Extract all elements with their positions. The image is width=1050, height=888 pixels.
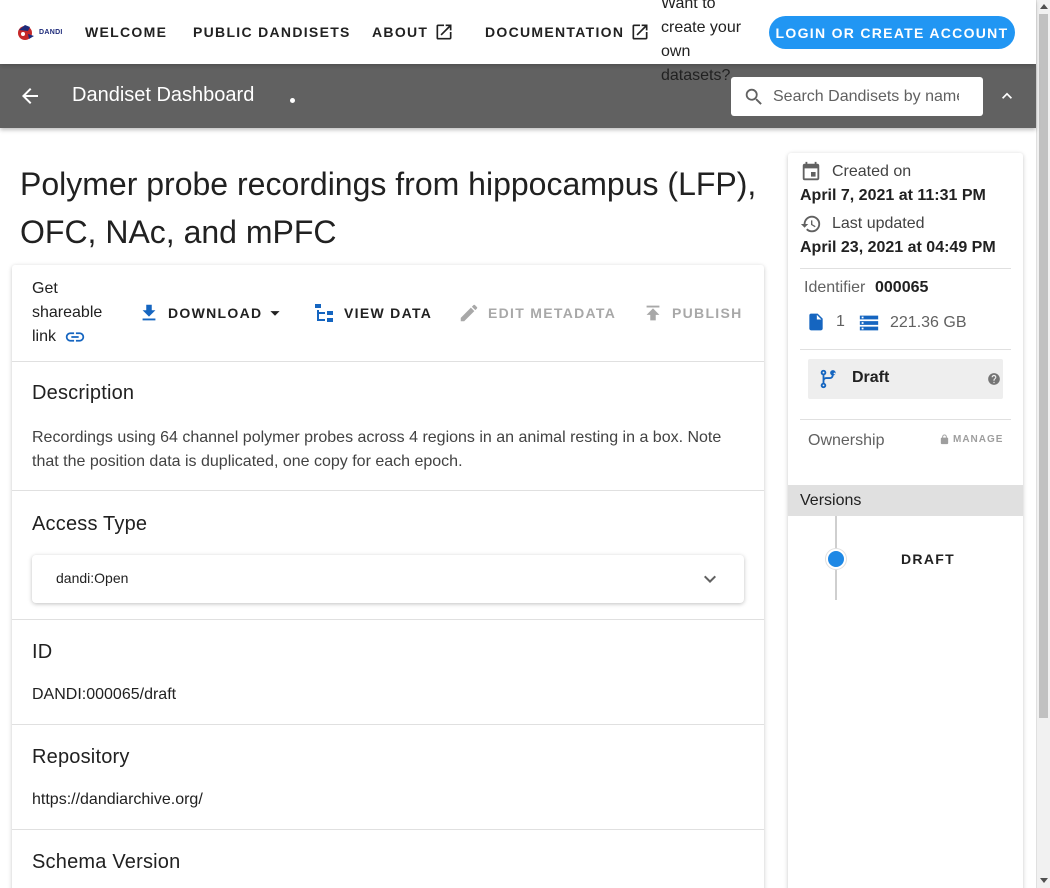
help-icon[interactable] [987,372,1001,386]
nav-public-dandisets[interactable]: PUBLIC DANDISETS [193,0,351,64]
access-type-title: Access Type [32,513,148,535]
storage-icon [859,315,879,331]
dandi-logo[interactable]: DANDI [16,22,63,42]
nav-documentation[interactable]: DOCUMENTATION [485,0,650,64]
search-icon [745,88,762,105]
search-box[interactable] [731,77,983,116]
access-type-select[interactable]: dandi:Open [32,555,744,603]
page-scrollbar[interactable] [1036,0,1050,888]
publish-label: PUBLISH [672,305,743,321]
edit-metadata-button[interactable]: EDIT METADATA [458,301,616,325]
dandiset-title: Polymer probe recordings from hippocampu… [20,166,757,250]
nav-about-label: ABOUT [372,24,429,40]
identifier-value: 000065 [875,279,929,296]
schema-version-section: Schema Version [12,830,764,888]
repository-value[interactable]: https://dandiarchive.org/ [32,788,203,812]
id-value: DANDI:000065/draft [32,686,177,703]
nav-welcome[interactable]: WELCOME [85,0,167,64]
dandiset-sidebar: Created on April 7, 2021 at 11:31 PM Las… [788,153,1023,888]
back-arrow-icon[interactable] [18,84,42,108]
repository-section: Repository https://dandiarchive.org/ [12,725,764,830]
shareable-link-button[interactable]: Get shareable link [32,277,112,349]
download-button[interactable]: DOWNLOAD [138,301,286,325]
scroll-down-arrow[interactable] [1040,878,1048,883]
login-button[interactable]: LOGIN OR CREATE ACCOUNT [769,16,1015,49]
external-link-icon [436,24,452,40]
chevron-up-icon[interactable] [997,86,1017,106]
nav-about[interactable]: ABOUT [372,0,454,64]
history-icon [800,215,821,233]
file-count: 1 [806,311,845,333]
create-datasets-promo: Want to create your own datasets? [661,0,742,84]
view-data-button[interactable]: VIEW DATA [312,301,432,325]
file-count-value: 1 [836,313,845,330]
branch-icon [820,369,836,389]
ownership-label: Ownership [808,432,885,449]
action-row: Get shareable link DOWNLOAD VIEW DATA ED… [12,265,764,362]
loading-dot [290,98,295,103]
schema-version-title: Schema Version [32,851,181,873]
id-section: ID DANDI:000065/draft [12,620,764,725]
created-label: Created on [832,163,912,180]
dataset-size-value: 221.36 GB [890,314,967,331]
dandiset-main-card: Get shareable link DOWNLOAD VIEW DATA ED… [12,265,764,888]
version-dot[interactable] [826,549,846,569]
publish-icon [646,305,660,321]
repository-title: Repository [32,746,130,768]
search-input[interactable] [773,87,959,106]
sidebar-divider [800,349,1011,350]
manage-label: MANAGE [953,434,1004,445]
file-tree-icon [315,304,333,322]
version-item-draft[interactable]: DRAFT [901,551,955,567]
identifier-label: Identifier [804,279,866,296]
top-app-bar: DANDI WELCOME PUBLIC DANDISETS ABOUT DOC… [0,0,1036,84]
publish-button[interactable]: PUBLISH [642,301,743,325]
external-link-icon [632,24,648,40]
versions-header: Versions [788,485,1023,516]
created-row: Created on [800,161,911,183]
updated-value: April 23, 2021 at 04:49 PM [800,239,996,256]
version-status-label: Draft [852,369,890,386]
lock-icon [940,434,949,445]
access-type-value: dandi:Open [56,570,129,586]
caret-down-icon [270,311,280,316]
page-title: Dandiset Dashboard [72,84,255,106]
sidebar-divider [800,268,1011,269]
file-icon [809,313,823,331]
nav-public-dandisets-label: PUBLIC DANDISETS [193,24,351,40]
download-label: DOWNLOAD [168,305,263,321]
nav-welcome-label: WELCOME [85,24,168,40]
version-status-row[interactable]: Draft [808,359,1003,399]
chevron-down-icon [704,575,716,583]
versions-label: Versions [800,492,862,509]
updated-label: Last updated [832,215,925,232]
description-section: Description Recordings using 64 channel … [12,362,764,491]
download-icon [142,304,156,321]
nav-documentation-label: DOCUMENTATION [485,24,625,40]
scroll-up-arrow[interactable] [1040,4,1048,9]
sidebar-divider [800,419,1011,420]
created-value: April 7, 2021 at 11:31 PM [800,187,986,204]
updated-row: Last updated [800,213,925,235]
link-icon [66,332,85,342]
view-data-label: VIEW DATA [344,305,433,321]
description-text: Recordings using 64 channel polymer prob… [32,429,722,470]
scroll-thumb[interactable] [1039,14,1048,718]
description-title: Description [32,382,135,404]
dataset-size: 221.36 GB [858,311,967,335]
pencil-icon [460,304,478,322]
id-title: ID [32,641,53,663]
dandi-logo-icon [18,25,34,40]
dandiset-toolbar: Dandiset Dashboard [0,64,1036,128]
manage-owners-button[interactable]: MANAGE [939,434,1003,445]
logo-text: DANDI [39,28,63,36]
edit-metadata-label: EDIT METADATA [488,305,617,321]
calendar-icon [802,161,820,181]
